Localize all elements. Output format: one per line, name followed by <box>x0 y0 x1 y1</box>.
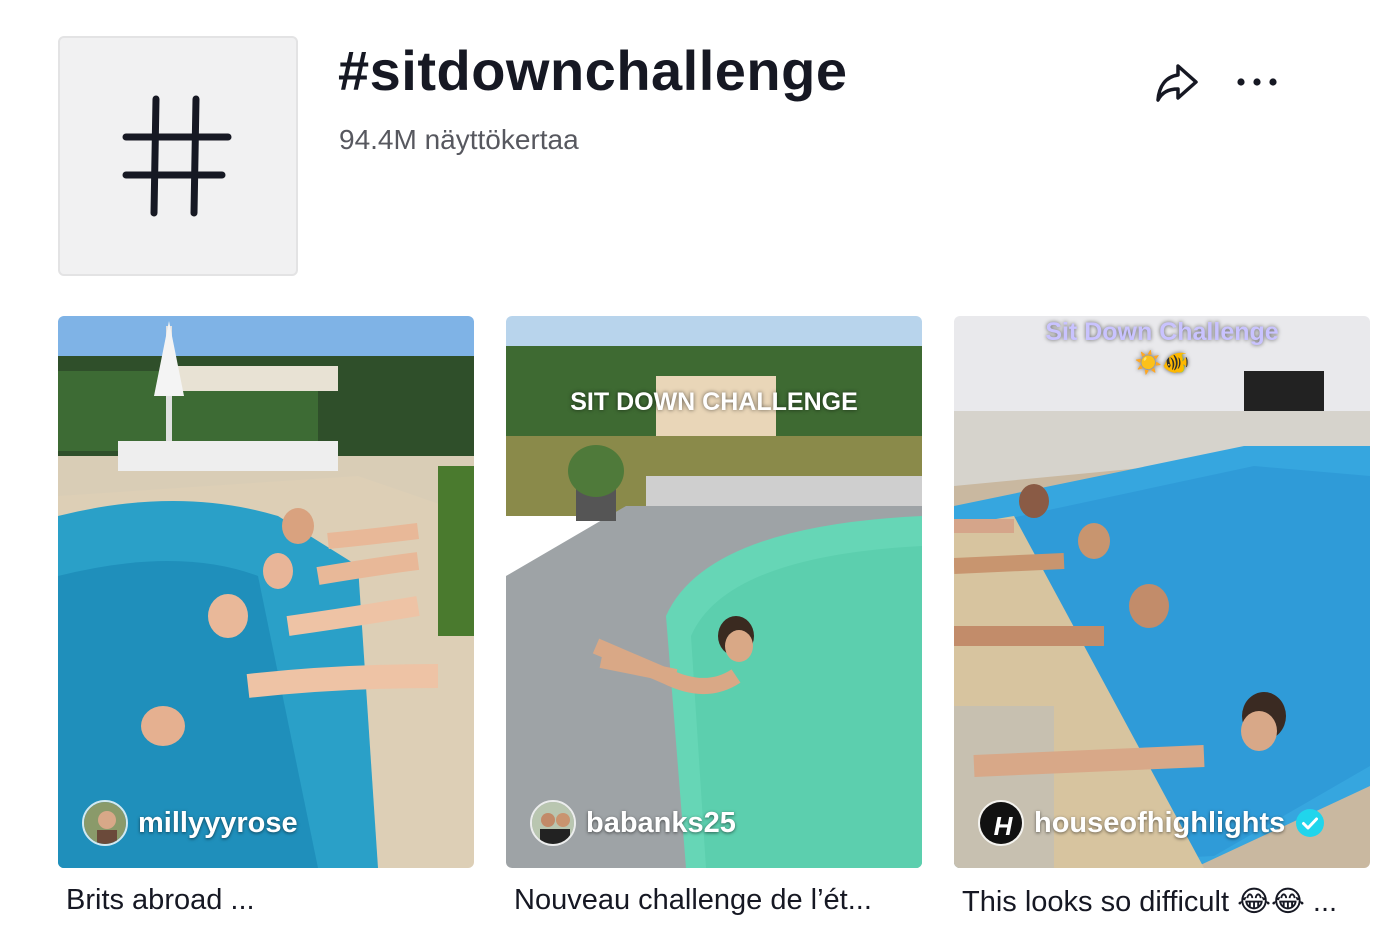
page-title: #sitdownchallenge <box>338 39 848 102</box>
video-thumbnail[interactable]: millyyyrose <box>58 316 474 868</box>
author-name: millyyyrose <box>138 806 298 839</box>
author-name: houseofhighlights <box>1034 806 1286 839</box>
challenge-header: #sitdownchallenge 94.4M näyttökertaa <box>0 0 1400 300</box>
video-thumbnail-image <box>954 316 1370 868</box>
more-options-button[interactable] <box>1234 62 1284 102</box>
video-card[interactable]: millyyyrose Brits abroad ... <box>58 316 474 917</box>
avatar <box>82 800 128 846</box>
video-author[interactable]: H houseofhighlights <box>978 800 1325 846</box>
video-author[interactable]: millyyyrose <box>82 800 298 846</box>
video-overlay-text: Sit Down Challenge <box>1045 318 1279 346</box>
video-thumbnail-image <box>58 316 474 868</box>
verified-badge-icon <box>1296 809 1325 837</box>
video-overlay-emoji: ☀️🐠 <box>1134 350 1190 375</box>
video-caption[interactable]: This looks so difficult 😂😂 ... <box>962 884 1362 919</box>
svg-text:H: H <box>994 811 1014 841</box>
video-thumbnail[interactable]: SIT DOWN CHALLENGE babanks25 <box>506 316 922 868</box>
share-button[interactable] <box>1152 58 1202 108</box>
avatar: H <box>978 800 1024 846</box>
video-card[interactable]: SIT DOWN CHALLENGE babanks25 Nouveau cha… <box>506 316 922 917</box>
share-icon <box>1156 64 1198 102</box>
video-thumbnail[interactable]: Sit Down Challenge ☀️🐠 H houseofhighligh… <box>954 316 1370 868</box>
hashtag-avatar <box>58 36 298 276</box>
video-overlay-text: SIT DOWN CHALLENGE <box>570 388 858 416</box>
video-caption[interactable]: Brits abroad ... <box>66 884 466 917</box>
author-name: babanks25 <box>586 806 736 839</box>
video-author[interactable]: babanks25 <box>530 800 736 846</box>
hashtag-icon <box>122 95 232 217</box>
more-options-icon <box>1237 78 1277 86</box>
video-card[interactable]: Sit Down Challenge ☀️🐠 H houseofhighligh… <box>954 316 1370 919</box>
view-count: 94.4M näyttökertaa <box>339 124 579 155</box>
video-caption[interactable]: Nouveau challenge de l’ét... <box>514 884 914 917</box>
avatar <box>530 800 576 846</box>
